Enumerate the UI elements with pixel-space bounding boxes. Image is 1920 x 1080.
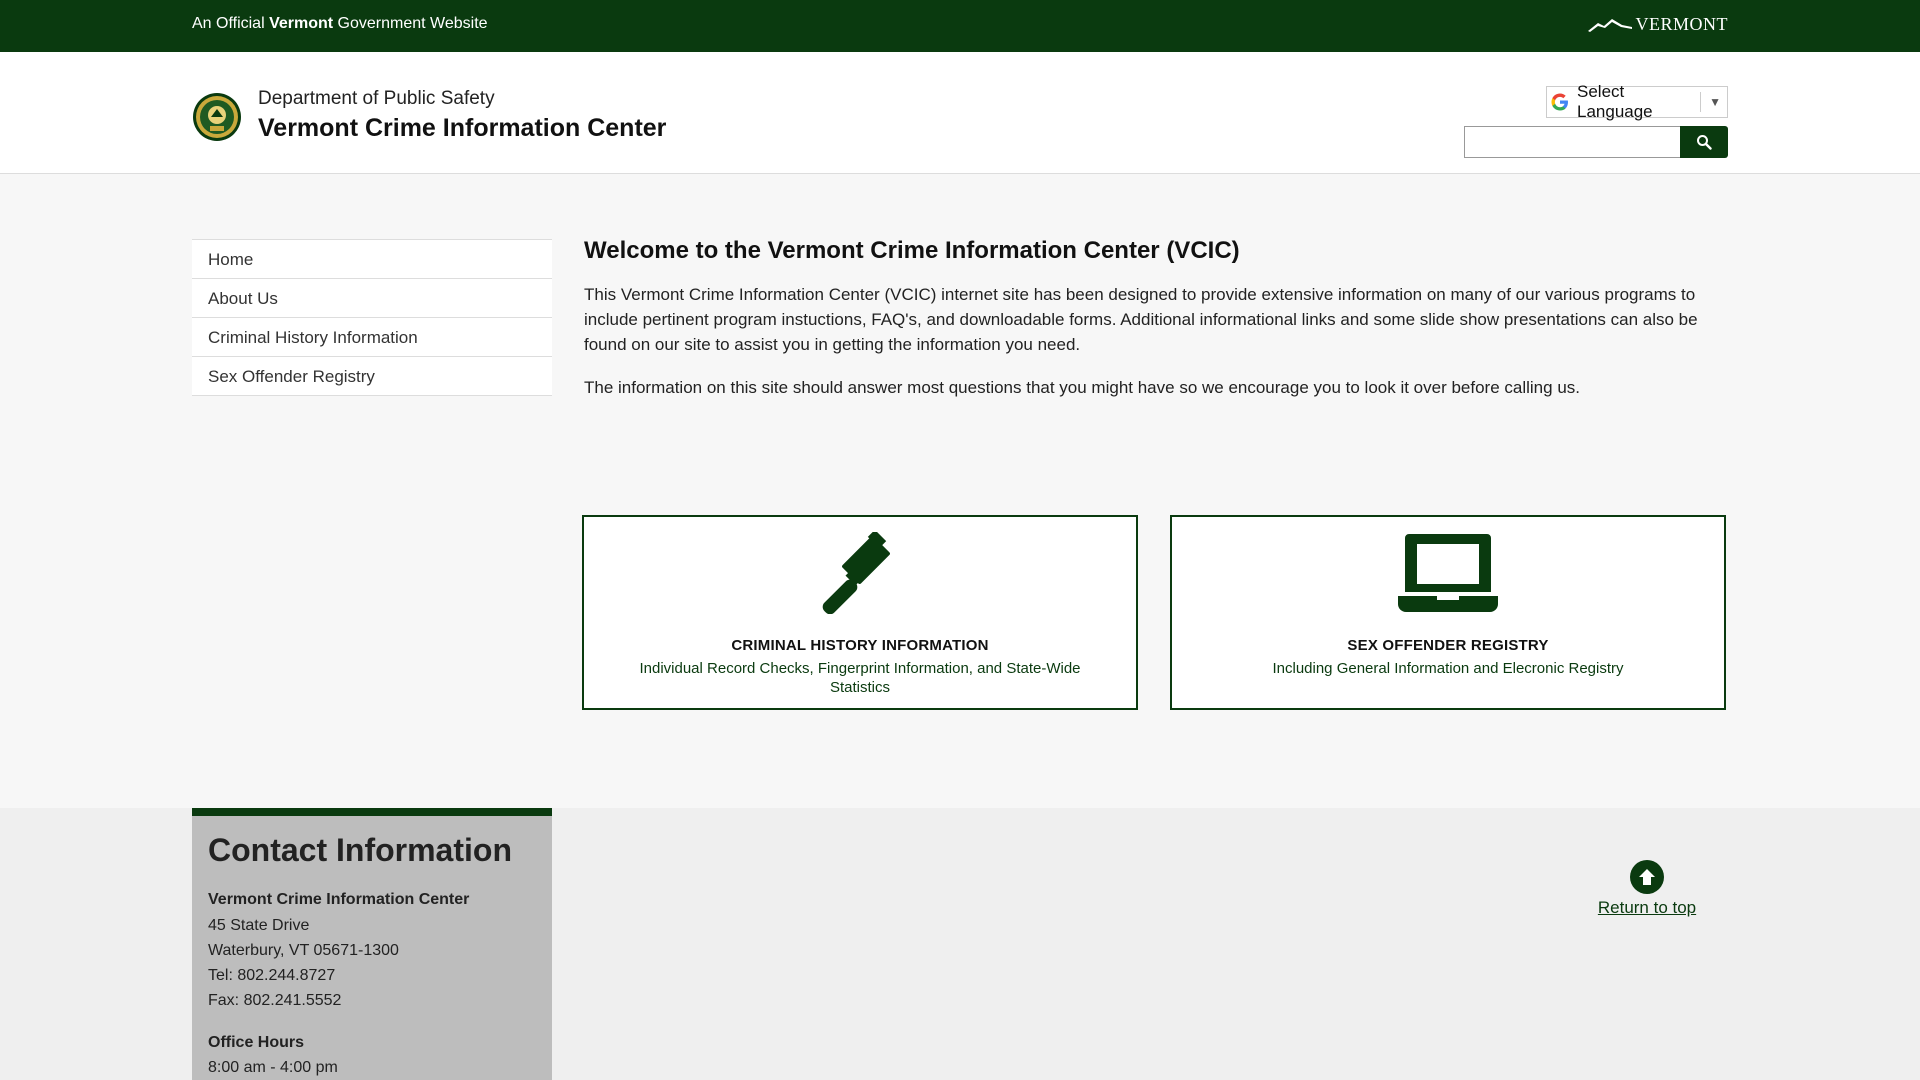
card-title[interactable]: CRIMINAL HISTORY INFORMATION [584,637,1136,654]
search-button[interactable] [1680,126,1728,158]
language-label: Select Language [1577,82,1653,121]
contact-heading: Contact Information [208,832,512,868]
dropdown-arrow-icon: ▼ [1709,95,1721,109]
official-prefix: An Official [192,15,265,32]
vermont-logo-text: VERMONT [1635,14,1728,34]
search-input[interactable] [1464,126,1681,158]
site-header: Department of Public Safety Vermont Crim… [0,52,1920,174]
sex-offender-registry-card[interactable]: SEX OFFENDER REGISTRY Including General … [1170,515,1726,710]
office-hours-title: Office Hours [208,1034,305,1051]
criminal-history-card[interactable]: CRIMINAL HISTORY INFORMATION Individual … [582,515,1138,710]
arrow-up-circle-icon[interactable] [1630,860,1664,894]
department-name[interactable]: Department of Public Safety [258,88,495,110]
official-state: Vermont [269,15,334,32]
google-icon [1551,93,1568,111]
laptop-icon [1398,534,1498,612]
language-divider [1700,92,1702,112]
contact-phone: Tel: 802.244.8727 [208,967,336,984]
card-description[interactable]: Including General Information and Elecro… [1212,659,1684,678]
official-site-notice: An Official Vermont Government Website [192,15,488,33]
sidebar-item-criminal-history[interactable]: Criminal History Information [192,318,552,357]
vermont-logo-link[interactable]: VERMONT [1587,14,1729,35]
site-title[interactable]: Vermont Crime Information Center [258,114,666,143]
return-to-top[interactable]: Return to top [1597,860,1697,918]
sidebar-item-sex-offender-registry[interactable]: Sex Offender Registry [192,357,552,396]
contact-org-name: Vermont Crime Information Center [208,891,470,908]
contact-information: Contact Information Vermont Crime Inform… [192,808,552,1080]
office-hours: 8:00 am - 4:00 pm [208,1059,338,1076]
sidebar-item-home[interactable]: Home [192,240,552,279]
contact-address-line1: 45 State Drive [208,917,310,934]
intro-paragraph: This Vermont Crime Information Center (V… [584,285,1698,354]
card-title[interactable]: SEX OFFENDER REGISTRY [1172,637,1724,654]
info-paragraph: The information on this site should answ… [584,378,1580,397]
mountain-icon [1587,18,1632,32]
contact-address-line2: Waterbury, VT 05671-1300 [208,942,399,959]
site-footer: Contact Information Vermont Crime Inform… [0,808,1920,1080]
official-suffix: Government Website [337,15,488,32]
department-seal-icon[interactable] [192,92,242,142]
search-icon [1697,135,1712,150]
sidebar-item-about-us[interactable]: About Us [192,279,552,318]
card-description[interactable]: Individual Record Checks, Fingerprint In… [624,659,1096,697]
language-selector[interactable]: Select Language ▼ [1546,82,1728,121]
contact-fax: Fax: 802.241.5552 [208,992,342,1009]
sidebar-nav: Home About Us Criminal History Informati… [192,239,552,396]
official-banner: An Official Vermont Government Website V… [0,0,1920,52]
return-to-top-link[interactable]: Return to top [1597,898,1697,918]
page-title: Welcome to the Vermont Crime Information… [584,237,1240,264]
gavel-icon [822,532,890,614]
